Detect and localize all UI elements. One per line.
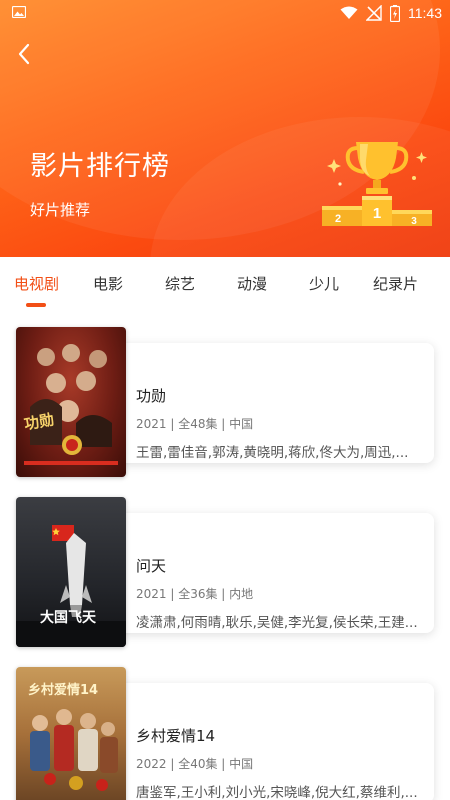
poster-art	[24, 344, 118, 465]
tab-tv-series[interactable]: 电视剧	[14, 273, 59, 294]
poster-title: 大国飞天	[40, 610, 96, 626]
tab-anime[interactable]: 动漫	[237, 273, 267, 294]
poster-image[interactable]: 乡村爱情14	[16, 667, 126, 800]
rank-2-label: 2	[335, 213, 341, 225]
item-cast: 王雷,雷佳音,郭涛,黄晓明,蒋欣,佟大为,周迅,...	[136, 445, 409, 461]
tab-movie[interactable]: 电影	[93, 273, 123, 294]
category-tabs: 电视剧 电影 综艺 动漫 少儿 纪录片	[0, 257, 450, 313]
item-cast: 凌潇肃,何雨晴,耿乐,吴健,李光复,侯长荣,王建...	[136, 615, 418, 631]
tab-variety[interactable]: 综艺	[165, 273, 195, 294]
status-icons: 11:43	[340, 4, 442, 22]
page-title: 影片排行榜	[30, 151, 170, 182]
tab-kids[interactable]: 少儿	[309, 273, 339, 294]
image-notification-icon	[12, 6, 26, 18]
back-button[interactable]	[10, 40, 38, 68]
chevron-left-icon	[18, 43, 30, 65]
poster-title: 乡村爱情14	[28, 683, 99, 698]
wifi-icon	[340, 6, 358, 19]
list-item[interactable]: 功勋 功勋 2021 | 全48集 | 中国 王雷,雷佳音,郭涛,黄晓明,蒋欣,…	[0, 327, 450, 479]
rank-3-label: 3	[411, 216, 417, 227]
item-meta: 2022 | 全40集 | 中国	[136, 757, 254, 771]
status-time: 11:43	[408, 5, 442, 21]
no-signal-icon	[366, 5, 382, 21]
active-tab-indicator	[26, 303, 46, 307]
item-title: 乡村爱情14	[136, 727, 216, 745]
poster-image[interactable]: 大国飞天	[16, 497, 126, 647]
item-title: 功勋	[136, 387, 167, 405]
header-banner: 11:43 影片排行榜 好片推荐 1 2 3	[0, 0, 450, 257]
item-meta: 2021 | 全36集 | 内地	[136, 587, 254, 601]
item-meta: 2021 | 全48集 | 中国	[136, 417, 254, 431]
poster-image[interactable]: 功勋	[16, 327, 126, 477]
rank-1-label: 1	[373, 205, 381, 222]
page-subtitle: 好片推荐	[30, 201, 91, 219]
status-bar: 11:43	[0, 0, 450, 26]
list-item[interactable]: 大国飞天 问天 2021 | 全36集 | 内地 凌潇肃,何雨晴,耿乐,吴健,李…	[0, 497, 450, 649]
battery-charging-icon	[390, 4, 400, 22]
tab-documentary[interactable]: 纪录片	[373, 273, 418, 294]
trophy-podium-icon: 1 2 3	[322, 142, 432, 227]
item-cast: 唐鉴军,王小利,刘小光,宋晓峰,倪大红,蔡维利,...	[136, 785, 418, 800]
item-title: 问天	[136, 557, 167, 575]
list-item[interactable]: 乡村爱情14 乡村爱情14 2022 | 全40集 | 中国 唐鉴军,王小利,刘…	[0, 667, 450, 800]
